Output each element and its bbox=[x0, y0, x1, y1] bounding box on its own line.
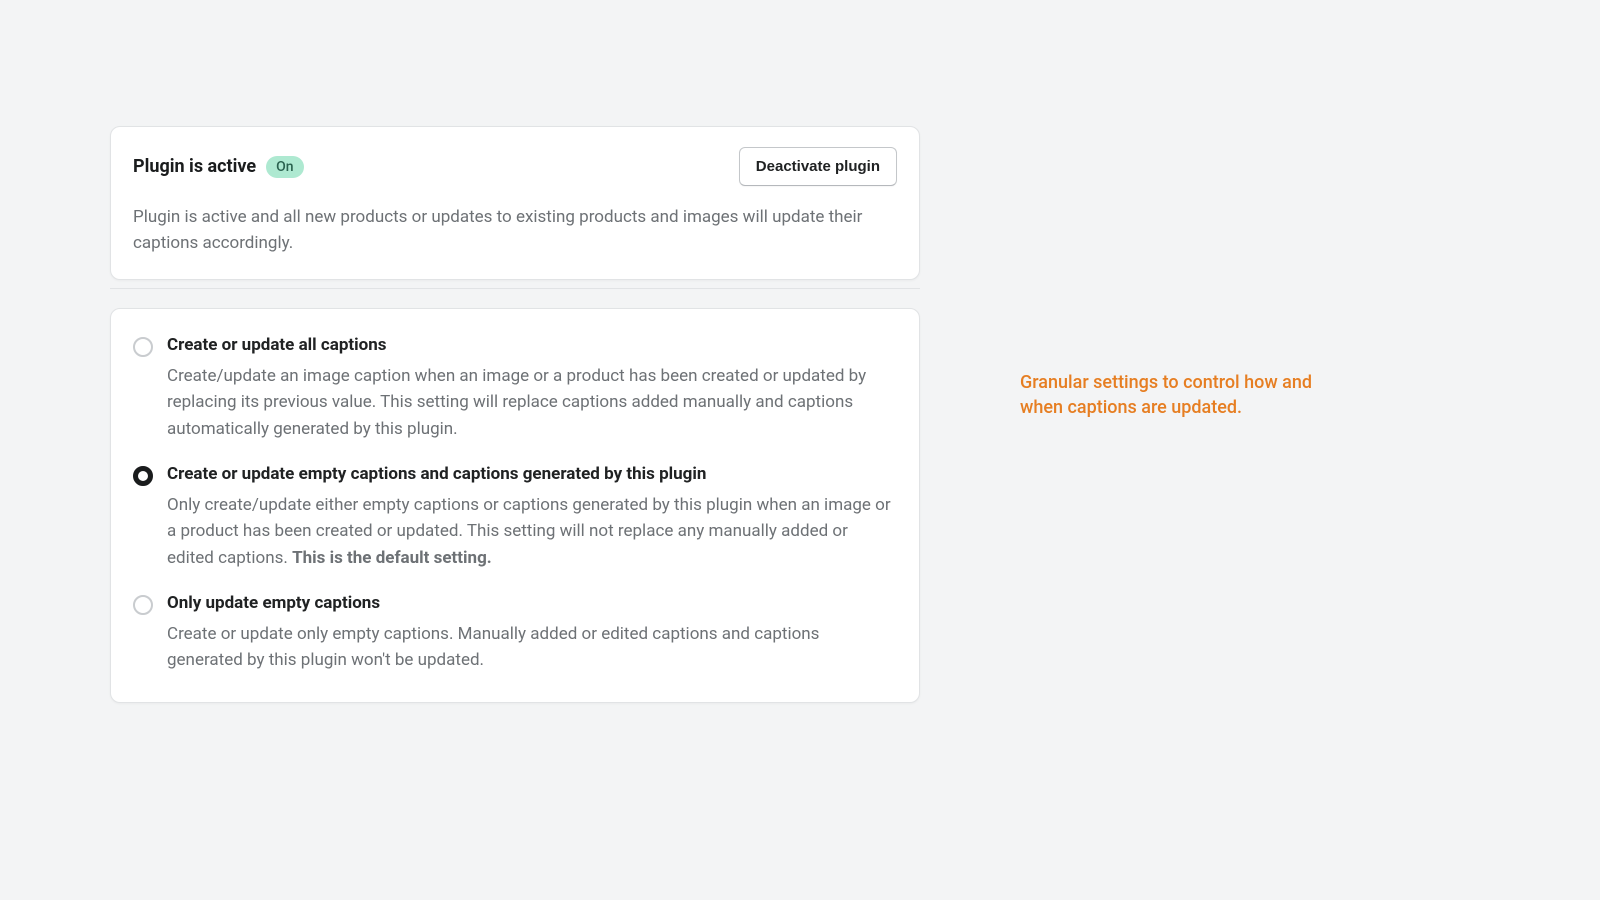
option-empty-and-generated[interactable]: Create or update empty captions and capt… bbox=[133, 464, 897, 571]
option-body: Create or update all captions Create/upd… bbox=[167, 335, 897, 442]
option-only-empty[interactable]: Only update empty captions Create or upd… bbox=[133, 593, 897, 674]
annotation-text: Granular settings to control how and whe… bbox=[1020, 370, 1340, 420]
option-desc-text: Only create/update either empty captions… bbox=[167, 495, 891, 568]
radio-empty-and-generated[interactable] bbox=[133, 466, 153, 486]
plugin-status-title-wrap: Plugin is active On bbox=[133, 156, 304, 178]
plugin-status-description: Plugin is active and all new products or… bbox=[133, 204, 897, 257]
radio-all-captions[interactable] bbox=[133, 337, 153, 357]
option-title: Create or update empty captions and capt… bbox=[167, 464, 897, 484]
option-description: Only create/update either empty captions… bbox=[167, 492, 897, 571]
option-body: Only update empty captions Create or upd… bbox=[167, 593, 897, 674]
option-description: Create/update an image caption when an i… bbox=[167, 363, 897, 442]
option-desc-strong: This is the default setting. bbox=[292, 548, 492, 568]
section-divider bbox=[110, 288, 920, 289]
option-title: Create or update all captions bbox=[167, 335, 897, 355]
option-description: Create or update only empty captions. Ma… bbox=[167, 621, 897, 674]
status-badge: On bbox=[266, 156, 303, 178]
option-all-captions[interactable]: Create or update all captions Create/upd… bbox=[133, 335, 897, 442]
caption-options-card: Create or update all captions Create/upd… bbox=[110, 308, 920, 703]
option-title: Only update empty captions bbox=[167, 593, 897, 613]
plugin-status-card: Plugin is active On Deactivate plugin Pl… bbox=[110, 126, 920, 280]
plugin-status-header: Plugin is active On Deactivate plugin bbox=[133, 147, 897, 186]
option-body: Create or update empty captions and capt… bbox=[167, 464, 897, 571]
radio-only-empty[interactable] bbox=[133, 595, 153, 615]
deactivate-plugin-button[interactable]: Deactivate plugin bbox=[739, 147, 897, 186]
plugin-status-title: Plugin is active bbox=[133, 156, 256, 177]
